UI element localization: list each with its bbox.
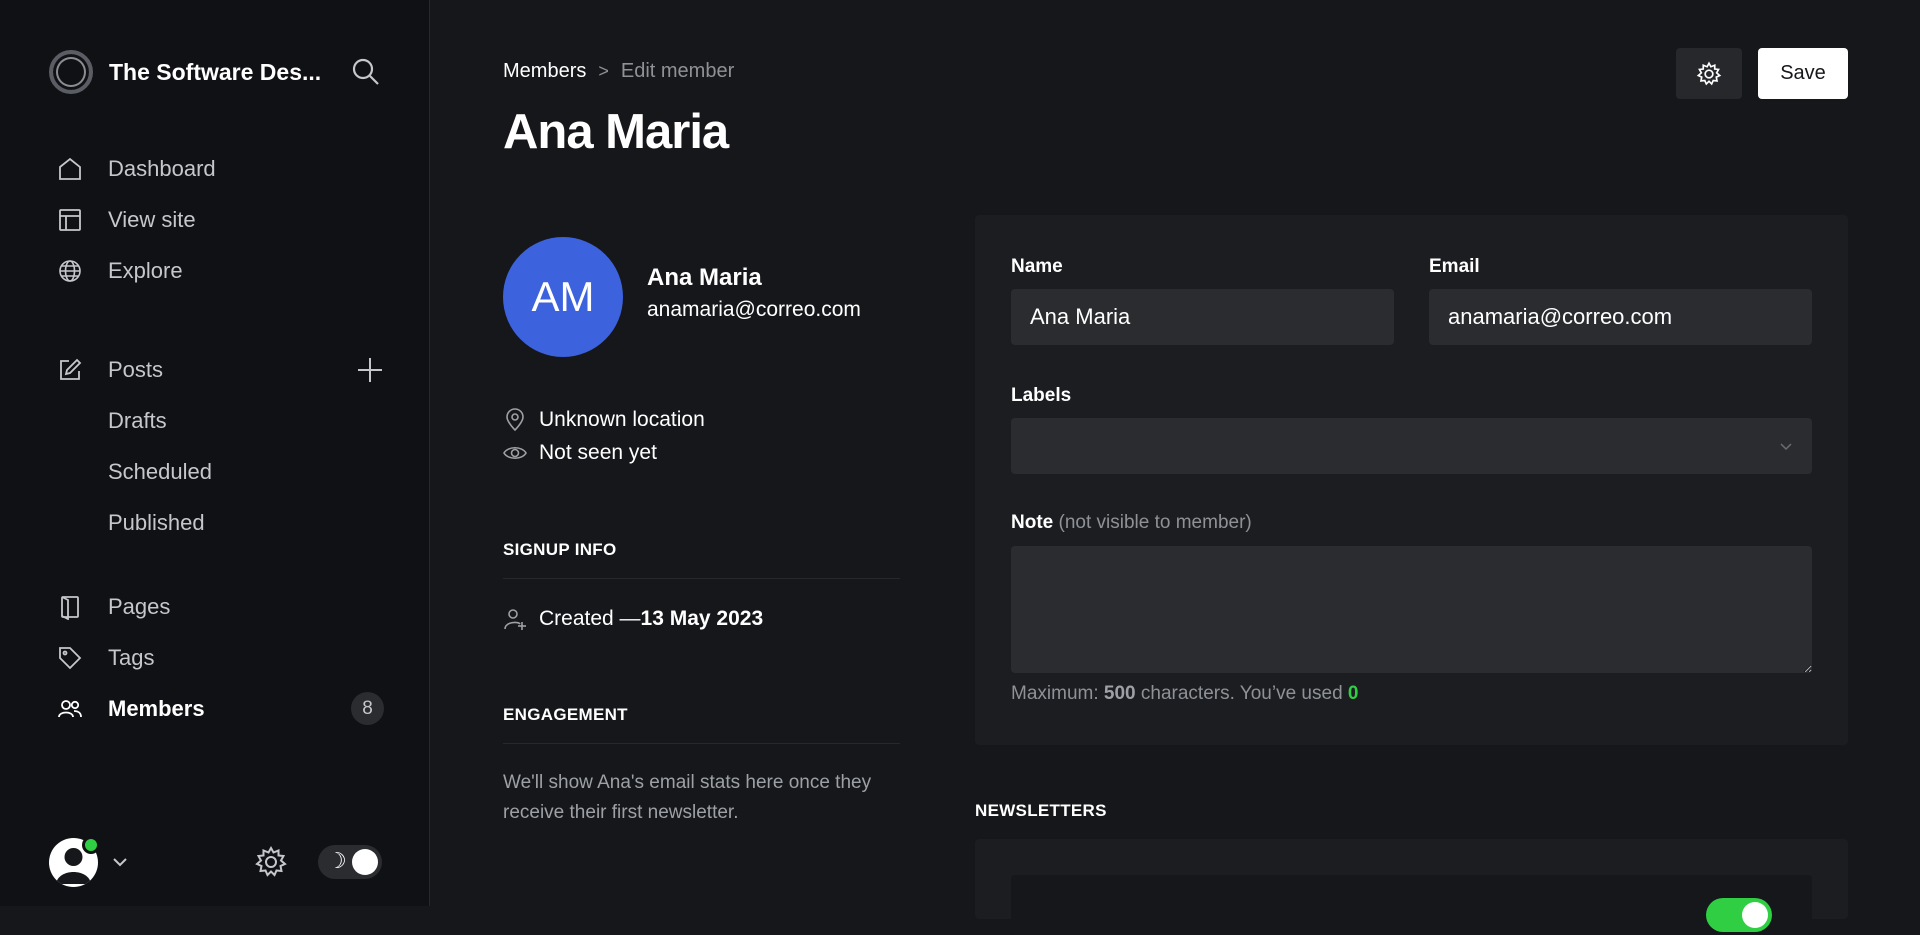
sidebar-item-label: Pages: [108, 594, 171, 619]
note-label-text: Note: [1011, 512, 1054, 533]
max-prefix: Maximum:: [1011, 683, 1104, 704]
sidebar-item-scheduled[interactable]: Scheduled: [56, 455, 386, 489]
member-name: Ana Maria: [647, 264, 762, 291]
search-icon[interactable]: [350, 56, 382, 88]
brand[interactable]: The Software Des...: [49, 49, 321, 95]
used-count: 0: [1347, 683, 1359, 704]
newsletters-heading: NEWSLETTERS: [975, 801, 1107, 820]
layout-icon: [56, 206, 84, 234]
created-date: 13 May 2023: [640, 607, 764, 630]
sidebar-item-members[interactable]: Members: [56, 692, 386, 726]
sidebar-item-label: Members: [108, 696, 205, 721]
chevron-down-icon: [1780, 443, 1792, 451]
signup-info-heading: SIGNUP INFO: [503, 540, 617, 559]
globe-icon: [56, 257, 84, 285]
sidebar-item-tags[interactable]: Tags: [56, 641, 386, 675]
used-text: characters. You’ve used: [1135, 683, 1348, 704]
sidebar-item-drafts[interactable]: Drafts: [56, 404, 386, 438]
note-textarea[interactable]: [1011, 546, 1812, 673]
max-chars: 500: [1103, 683, 1136, 704]
created-info: Created — 13 May 2023: [503, 607, 763, 631]
labels-select[interactable]: [1011, 418, 1812, 474]
note-character-count: Maximum: 500 characters. You’ve used 0: [1011, 683, 1359, 705]
gear-icon: [1696, 61, 1722, 85]
location-pin-icon: [503, 408, 527, 432]
online-status-indicator: [82, 836, 100, 854]
created-prefix: Created —: [539, 607, 641, 630]
member-avatar: AM: [503, 237, 623, 357]
breadcrumb: Members > Edit member: [503, 60, 734, 83]
name-label: Name: [1011, 256, 1063, 277]
sidebar-item-label: View site: [108, 207, 196, 232]
divider: [503, 578, 900, 579]
moon-icon: ☽: [327, 849, 347, 874]
pencil-square-icon: [56, 356, 84, 384]
add-post-icon[interactable]: [355, 355, 385, 385]
member-location: Unknown location: [503, 408, 705, 432]
sidebar-item-label: Drafts: [108, 408, 167, 433]
location-text: Unknown location: [539, 408, 705, 431]
email-input[interactable]: [1429, 289, 1812, 345]
page-icon: [56, 593, 84, 621]
tag-icon: [56, 644, 84, 672]
sidebar-item-view-site[interactable]: View site: [56, 203, 386, 237]
email-label: Email: [1429, 256, 1480, 277]
breadcrumb-separator: >: [598, 61, 609, 81]
sidebar-item-label: Published: [108, 510, 205, 535]
page-title: Ana Maria: [503, 105, 729, 159]
engagement-text: We'll show Ana's email stats here once t…: [503, 772, 872, 823]
last-seen-text: Not seen yet: [539, 441, 657, 464]
toggle-knob: [352, 849, 378, 875]
sidebar-item-label: Dashboard: [108, 156, 216, 181]
name-input[interactable]: [1011, 289, 1394, 345]
breadcrumb-current: Edit member: [620, 60, 735, 82]
sidebar-item-label: Explore: [108, 258, 183, 283]
chevron-down-icon[interactable]: [110, 852, 130, 872]
labels-label: Labels: [1011, 385, 1072, 406]
note-hint: (not visible to member): [1058, 512, 1252, 533]
breadcrumb-members-link[interactable]: Members: [503, 60, 586, 83]
divider: [503, 743, 900, 744]
sidebar: The Software Des... Dashboard View site …: [0, 0, 430, 906]
member-settings-button[interactable]: [1676, 48, 1742, 99]
site-title: The Software Des...: [109, 58, 322, 85]
users-icon: [56, 695, 84, 723]
sidebar-item-label: Scheduled: [108, 459, 212, 484]
eye-icon: [503, 441, 527, 465]
newsletter-row: [1011, 875, 1812, 935]
site-logo: [49, 50, 93, 94]
sidebar-item-label: Posts: [108, 357, 164, 382]
sidebar-item-explore[interactable]: Explore: [56, 254, 386, 288]
members-count-badge: 8: [351, 692, 384, 725]
sidebar-item-posts[interactable]: Posts: [56, 353, 386, 387]
note-label: Note (not visible to member): [1011, 512, 1252, 534]
engagement-heading: ENGAGEMENT: [503, 705, 628, 724]
member-last-seen: Not seen yet: [503, 441, 657, 465]
member-email: anamaria@correo.com: [647, 298, 861, 321]
sidebar-item-label: Tags: [108, 645, 155, 670]
home-icon: [56, 155, 84, 183]
gear-icon[interactable]: [254, 845, 288, 879]
sidebar-item-pages[interactable]: Pages: [56, 590, 386, 624]
theme-toggle[interactable]: ☽: [318, 845, 382, 879]
user-plus-icon: [503, 607, 527, 631]
save-button[interactable]: Save: [1758, 48, 1848, 99]
sidebar-item-dashboard[interactable]: Dashboard: [56, 152, 386, 186]
newsletter-subscription-toggle[interactable]: [1706, 898, 1772, 932]
sidebar-item-published[interactable]: Published: [56, 506, 386, 540]
